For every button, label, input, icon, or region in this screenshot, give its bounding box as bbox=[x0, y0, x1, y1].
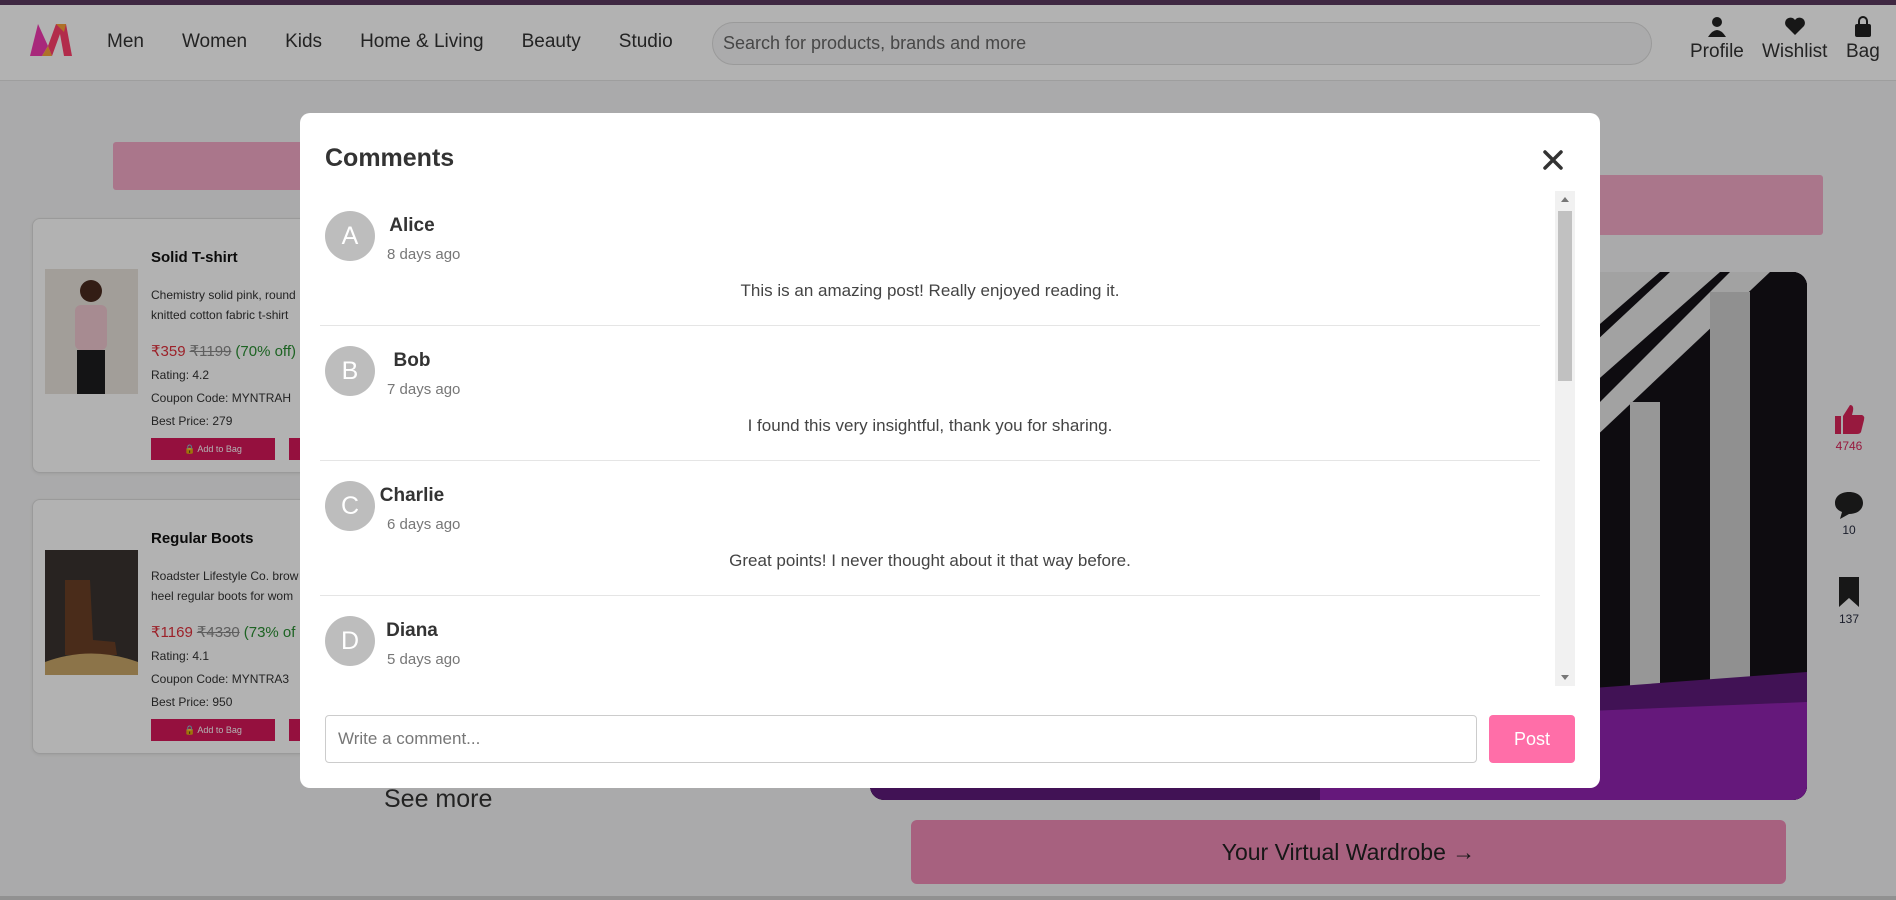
comment-time: 8 days ago bbox=[387, 246, 461, 263]
comment-author: Alice bbox=[389, 215, 435, 236]
close-icon[interactable] bbox=[1538, 145, 1568, 175]
scroll-up-arrow[interactable] bbox=[1561, 197, 1569, 202]
scroll-down-arrow[interactable] bbox=[1561, 675, 1569, 680]
comment-input[interactable] bbox=[325, 715, 1477, 763]
comment-text: Great points! I never thought about it t… bbox=[729, 551, 1131, 570]
comment-item: C Charlie 6 days ago Great points! I nev… bbox=[320, 461, 1540, 596]
comment-time: 7 days ago bbox=[387, 381, 461, 398]
modal-title: Comments bbox=[325, 144, 455, 172]
avatar: A bbox=[325, 211, 375, 261]
avatar: C bbox=[325, 481, 375, 531]
comment-item: D Diana 5 days ago bbox=[320, 596, 1540, 686]
comments-modal: Comments A Alice 8 days ago This is an a… bbox=[300, 113, 1600, 788]
comment-author: Bob bbox=[393, 350, 431, 371]
comment-text: I found this very insightful, thank you … bbox=[747, 416, 1113, 435]
comment-list[interactable]: A Alice 8 days ago This is an amazing po… bbox=[320, 191, 1560, 686]
comment-time: 5 days ago bbox=[387, 651, 461, 668]
comment-text: This is an amazing post! Really enjoyed … bbox=[740, 281, 1120, 300]
avatar: B bbox=[325, 346, 375, 396]
comment-scrollbar[interactable] bbox=[1555, 191, 1575, 686]
comment-item: A Alice 8 days ago This is an amazing po… bbox=[320, 191, 1540, 326]
scroll-thumb[interactable] bbox=[1558, 211, 1572, 381]
comment-author: Charlie bbox=[379, 485, 445, 506]
post-button[interactable]: Post bbox=[1489, 715, 1575, 763]
comment-time: 6 days ago bbox=[387, 516, 461, 533]
avatar: D bbox=[325, 616, 375, 666]
comment-author: Diana bbox=[386, 620, 438, 641]
comment-item: B Bob 7 days ago I found this very insig… bbox=[320, 326, 1540, 461]
